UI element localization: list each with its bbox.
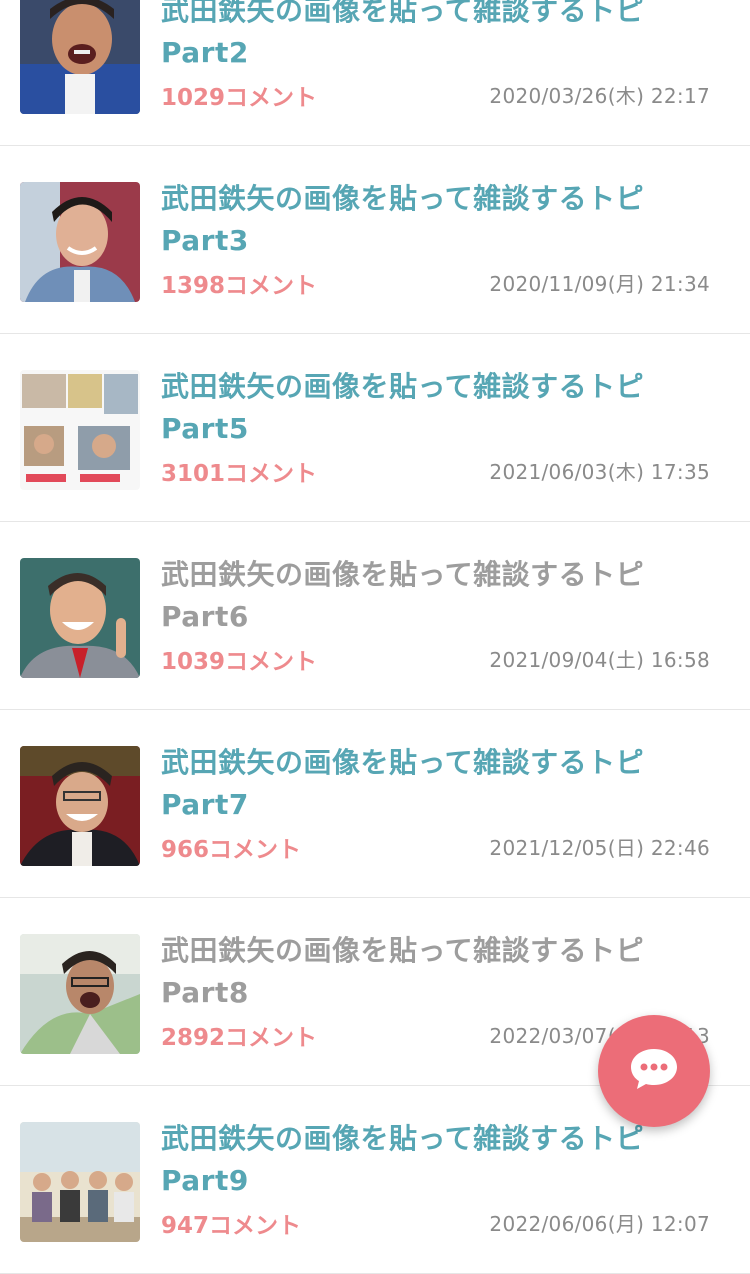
comment-count: 3101コメント [161, 461, 318, 487]
topic-title[interactable]: 武田鉄矢の画像を貼って雑談するトピ Part9 [161, 1118, 701, 1202]
topic-title[interactable]: 武田鉄矢の画像を貼って雑談するトピ Part3 [161, 178, 701, 262]
topic-item[interactable]: 武田鉄矢の画像を貼って雑談するトピ Part5 3101コメント 2021/06/… [0, 334, 750, 522]
comment-count: 1398コメント [161, 273, 318, 299]
topic-date: 2020/11/09(月) 21:34 [489, 272, 710, 296]
topic-title[interactable]: 武田鉄矢の画像を貼って雑談するトピ Part2 [161, 0, 701, 74]
topic-thumbnail [20, 934, 140, 1054]
topic-date: 2021/12/05(日) 22:46 [489, 836, 710, 860]
topic-title[interactable]: 武田鉄矢の画像を貼って雑談するトピ Part8 [161, 930, 701, 1014]
comment-fab-button[interactable] [598, 1015, 710, 1127]
topic-date: 2021/06/03(木) 17:35 [489, 460, 710, 484]
comment-count: 966コメント [161, 837, 302, 863]
topic-title[interactable]: 武田鉄矢の画像を貼って雑談するトピ Part7 [161, 742, 701, 826]
comment-count: 2892コメント [161, 1025, 318, 1051]
topic-thumbnail [20, 558, 140, 678]
topic-thumbnail [20, 370, 140, 490]
comment-count: 1029コメント [161, 85, 318, 111]
comment-count: 947コメント [161, 1213, 302, 1239]
topic-date: 2020/03/26(木) 22:17 [489, 84, 710, 108]
topic-thumbnail [20, 1122, 140, 1242]
topic-title[interactable]: 武田鉄矢の画像を貼って雑談するトピ Part6 [161, 554, 701, 638]
topic-item[interactable]: 武田鉄矢の画像を貼って雑談するトピ Part7 966コメント 2021/12/0… [0, 710, 750, 898]
topic-title[interactable]: 武田鉄矢の画像を貼って雑談するトピ Part5 [161, 366, 701, 450]
topic-item[interactable]: 武田鉄矢の画像を貼って雑談するトピ Part6 1039コメント 2021/09/… [0, 522, 750, 710]
chat-bubble-icon [629, 1047, 679, 1095]
topic-thumbnail [20, 0, 140, 114]
topic-date: 2022/06/06(月) 12:07 [489, 1212, 710, 1236]
topic-date: 2021/09/04(土) 16:58 [489, 648, 710, 672]
comment-count: 1039コメント [161, 649, 318, 675]
topic-thumbnail [20, 746, 140, 866]
topic-item[interactable]: 武田鉄矢の画像を貼って雑談するトピ Part2 1029コメント 2020/03/… [0, 0, 750, 146]
topic-thumbnail [20, 182, 140, 302]
topic-item[interactable]: 武田鉄矢の画像を貼って雑談するトピ Part3 1398コメント 2020/11/… [0, 146, 750, 334]
